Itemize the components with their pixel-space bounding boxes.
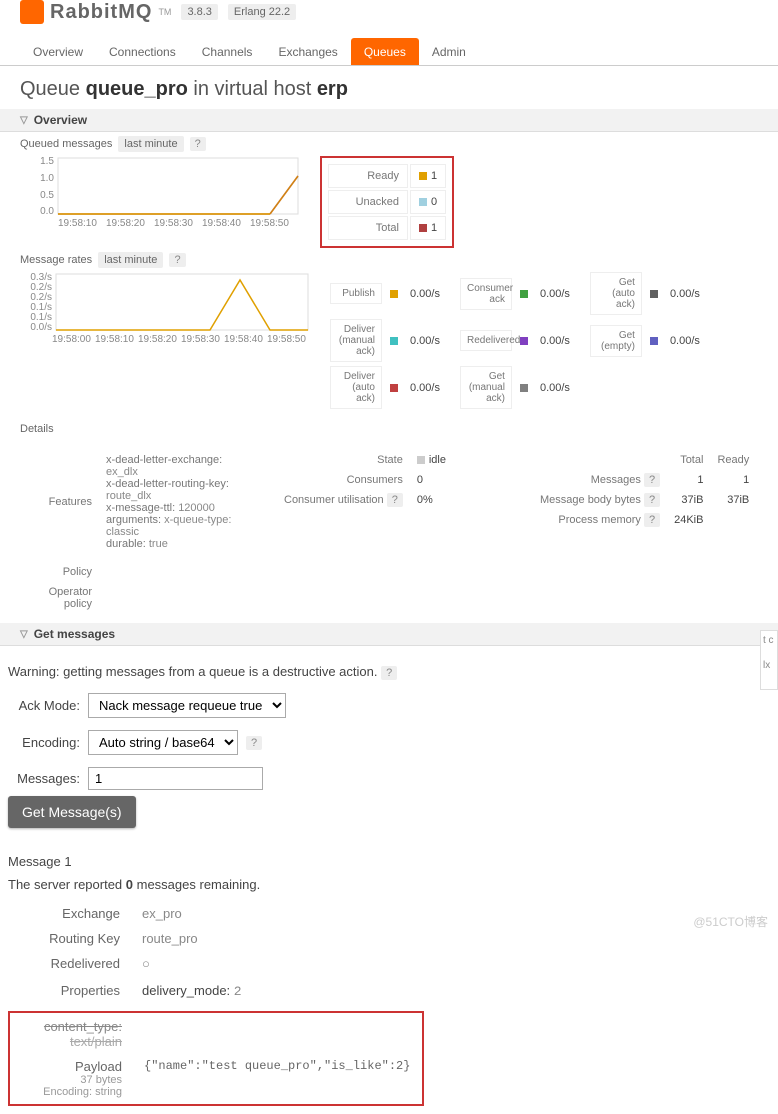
rates-chart: 0.3/s 0.2/s 0.2/s 0.1/s 0.1/s 0.0/s 19:5…: [20, 272, 310, 344]
warning-text: Warning: getting messages from a queue i…: [8, 664, 377, 679]
collapse-icon: ▽: [20, 115, 28, 126]
collapse-icon: ▽: [20, 629, 28, 640]
logo: RabbitMQ TM: [20, 0, 171, 24]
svg-text:1.5: 1.5: [40, 156, 54, 167]
svg-text:0.0: 0.0: [40, 206, 54, 217]
details-label: Details: [0, 417, 778, 441]
encoding-select[interactable]: Auto string / base64: [88, 730, 238, 755]
payload-label: Payload: [22, 1059, 122, 1074]
overview-section-header[interactable]: ▽ Overview: [0, 109, 778, 132]
erlang-badge: Erlang 22.2: [228, 4, 296, 20]
totals-table: TotalReadyMessages ?11Message body bytes…: [532, 449, 757, 531]
messages-input[interactable]: [88, 767, 263, 790]
svg-text:19:58:30: 19:58:30: [154, 218, 193, 228]
svg-text:19:58:50: 19:58:50: [267, 334, 306, 344]
properties-label: Properties: [10, 979, 130, 1003]
trademark: TM: [158, 7, 171, 17]
tab-queues[interactable]: Queues: [351, 38, 419, 65]
watermark: @51CTO博客: [693, 913, 768, 930]
svg-text:19:58:00: 19:58:00: [52, 334, 91, 344]
logo-text: RabbitMQ: [50, 1, 152, 24]
rabbit-icon: [20, 0, 44, 24]
rates-legend: Publish0.00/sConsumer ack0.00/sGet (auto…: [330, 272, 700, 409]
svg-text:0.0/s: 0.0/s: [30, 322, 52, 333]
get-messages-button[interactable]: Get Message(s): [8, 796, 136, 828]
queued-messages-label: Queued messages: [20, 138, 112, 150]
svg-text:19:58:50: 19:58:50: [250, 218, 289, 228]
ack-mode-label: Ack Mode:: [8, 698, 80, 713]
help-icon[interactable]: ?: [190, 137, 206, 151]
page-title: Queue queue_pro in virtual host erp: [0, 66, 778, 109]
version-badge: 3.8.3: [181, 4, 217, 20]
policy-label: Policy: [22, 563, 98, 581]
side-strip: t c lx: [760, 630, 778, 690]
svg-text:0.5: 0.5: [40, 190, 54, 201]
tab-admin[interactable]: Admin: [419, 38, 479, 65]
remaining-text: The server reported 0 messages remaining…: [8, 877, 770, 892]
svg-text:19:58:40: 19:58:40: [202, 218, 241, 228]
operator-policy-label: Operator policy: [22, 583, 98, 613]
svg-text:19:58:40: 19:58:40: [224, 334, 263, 344]
message-header: Message 1: [8, 854, 770, 869]
svg-text:19:58:20: 19:58:20: [138, 334, 177, 344]
messages-label: Messages:: [8, 771, 80, 786]
queued-messages-chart: 1.5 1.0 0.5 0.0 19:58:10 19:58:20 19:58:…: [20, 156, 300, 228]
help-icon[interactable]: ?: [246, 736, 262, 750]
svg-text:19:58:30: 19:58:30: [181, 334, 220, 344]
svg-text:19:58:20: 19:58:20: [106, 218, 145, 228]
features-label: Features: [22, 451, 98, 553]
time-range-badge[interactable]: last minute: [98, 252, 163, 268]
tab-connections[interactable]: Connections: [96, 38, 189, 65]
help-icon[interactable]: ?: [381, 666, 397, 680]
time-range-badge[interactable]: last minute: [118, 136, 183, 152]
tab-overview[interactable]: Overview: [20, 38, 96, 65]
help-icon[interactable]: ?: [169, 253, 185, 267]
tab-exchanges[interactable]: Exchanges: [265, 38, 350, 65]
tab-channels[interactable]: Channels: [189, 38, 266, 65]
nav-tabs: OverviewConnectionsChannelsExchangesQueu…: [0, 38, 778, 66]
svg-text:19:58:10: 19:58:10: [95, 334, 134, 344]
queued-legend: Ready1Unacked0Total1: [326, 162, 448, 242]
svg-text:1.0: 1.0: [40, 173, 54, 184]
rates-label: Message rates: [20, 254, 92, 266]
get-messages-section-header[interactable]: ▽ Get messages: [0, 623, 778, 646]
ack-mode-select[interactable]: Nack message requeue true: [88, 693, 286, 718]
payload-body: {"name":"test queue_pro","is_like":2}: [134, 1055, 420, 1102]
encoding-label: Encoding:: [8, 735, 80, 750]
svg-text:19:58:10: 19:58:10: [58, 218, 97, 228]
